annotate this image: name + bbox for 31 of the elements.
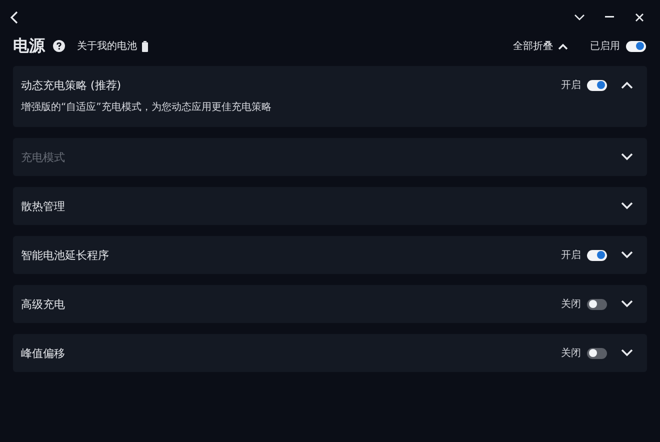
minimize-icon[interactable] <box>604 16 614 18</box>
help-icon[interactable] <box>53 40 65 52</box>
collapse-all-button[interactable]: 全部折叠 <box>513 39 553 53</box>
expand-icon[interactable] <box>621 251 633 259</box>
back-icon[interactable] <box>10 10 18 24</box>
battery-icon <box>142 40 148 52</box>
expand-icon[interactable] <box>621 202 633 210</box>
page-title: 电源 <box>13 36 45 56</box>
section-title[interactable]: 智能电池延长程序 <box>21 248 109 262</box>
toggle-label: 已启用 <box>590 40 620 53</box>
close-icon[interactable] <box>634 12 644 22</box>
toggle-switch[interactable] <box>626 40 646 52</box>
toggle-switch[interactable] <box>587 80 607 90</box>
section-title[interactable]: 高级充电 <box>21 296 65 312</box>
toggle-switch[interactable] <box>587 298 607 310</box>
toggle-switch[interactable] <box>587 348 607 358</box>
chevron-up-icon[interactable] <box>558 42 568 50</box>
expand-icon[interactable] <box>621 349 633 357</box>
toggle-label: 开启 <box>561 78 581 92</box>
toggle-switch[interactable] <box>587 250 607 260</box>
toggle-label: 关闭 <box>561 298 581 311</box>
section-description: 增强版的“自适应”充电模式，为您动态应用更佳充电策略 <box>21 100 272 115</box>
collapse-icon[interactable] <box>621 81 633 89</box>
section-title[interactable]: 散热管理 <box>21 198 65 214</box>
toggle-label: 开启 <box>561 248 581 262</box>
section-title[interactable]: 动态充电策略 (推荐) <box>21 78 122 92</box>
chevron-down-icon[interactable] <box>574 14 584 20</box>
expand-icon[interactable] <box>621 300 633 308</box>
section-title[interactable]: 峰值偏移 <box>21 346 65 360</box>
about-battery-link[interactable]: 关于我的电池 <box>77 39 137 53</box>
toggle-label: 关闭 <box>561 346 581 360</box>
